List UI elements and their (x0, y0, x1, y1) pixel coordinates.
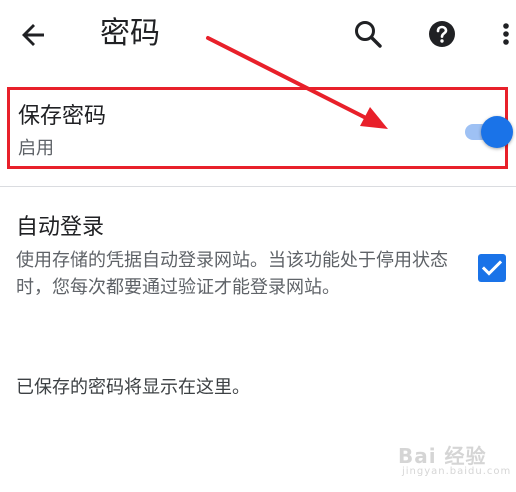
saved-passwords-empty-note: 已保存的密码将显示在这里。 (16, 377, 250, 398)
back-button[interactable] (12, 12, 56, 56)
save-passwords-toggle[interactable] (463, 115, 513, 149)
save-passwords-status: 启用 (18, 138, 54, 159)
section-divider (0, 186, 516, 187)
auto-sign-in-checkbox[interactable] (478, 254, 506, 282)
checkmark-icon (481, 260, 503, 276)
annotation-arrow (206, 36, 388, 129)
watermark-main-text: Bai 经验 (398, 444, 487, 468)
toggle-thumb (481, 116, 513, 148)
baidu-jingyan-watermark: Bai 经验 jingyan.baidu.com (398, 440, 510, 484)
more-vert-icon (503, 23, 509, 45)
help-button[interactable] (420, 12, 464, 56)
app-bar: 密码 (0, 0, 516, 68)
page-title: 密码 (100, 16, 160, 51)
save-passwords-title: 保存密码 (18, 104, 107, 129)
help-icon (429, 21, 455, 47)
auto-sign-in-title: 自动登录 (16, 215, 105, 240)
back-arrow-icon (22, 24, 44, 46)
search-button[interactable] (346, 12, 390, 56)
watermark-sub-text: jingyan.baidu.com (402, 466, 512, 477)
save-passwords-row[interactable]: 保存密码 启用 (7, 87, 513, 169)
search-icon (355, 21, 382, 48)
auto-sign-in-description: 使用存储的凭据自动登录网站。当该功能处于停用状态时，您每次都要通过验证才能登录网… (16, 250, 448, 298)
more-options-button[interactable] (484, 12, 516, 56)
password-settings-screen: 密码 保存密码 启用 自动登录 使用存储的凭据自动登录网站。当该功能处于停用状态… (0, 0, 516, 492)
